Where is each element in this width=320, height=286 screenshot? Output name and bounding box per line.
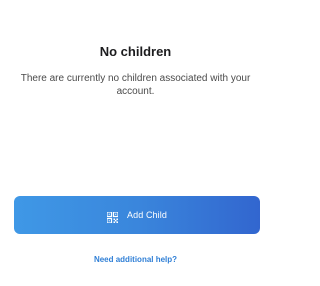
need-help-link[interactable]: Need additional help?	[0, 255, 271, 264]
qr-code-icon	[106, 210, 119, 224]
add-child-label: Add Child	[127, 210, 167, 220]
empty-state-message: There are currently no children associat…	[20, 73, 251, 97]
add-child-button[interactable]: Add Child	[14, 196, 260, 234]
page-title: No children	[99, 44, 172, 59]
no-children-screen: No children There are currently no child…	[0, 0, 271, 286]
